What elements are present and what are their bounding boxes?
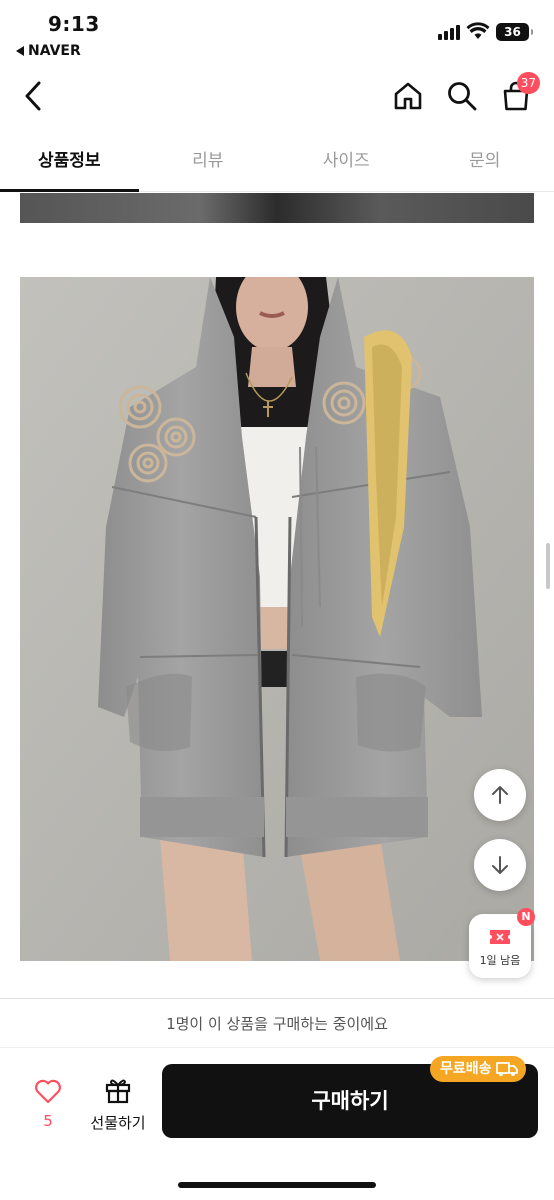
like-count: 5 [43,1112,53,1130]
home-button[interactable] [388,76,428,116]
delivery-truck-icon [495,1062,518,1076]
search-button[interactable] [442,76,482,116]
gift-label: 선물하기 [90,1114,146,1132]
top-nav-bar: 37 [0,64,554,130]
back-triangle-icon [16,46,24,56]
product-photo-illustration [20,277,534,961]
scrollbar-thumb[interactable] [546,543,550,589]
tab-reviews[interactable]: 리뷰 [139,130,278,191]
buying-now-notice: 1명이 이 상품을 구매하는 중이에요 [0,998,554,1048]
coupon-button[interactable]: N 1일 남음 [469,908,535,978]
cellular-signal-icon [438,24,460,40]
bottom-action-bar: 5 선물하기 구매하기 무료배송 [0,1048,554,1200]
coupon-new-badge: N [517,908,535,926]
tab-size[interactable]: 사이즈 [277,130,416,191]
status-time: 9:13 [48,12,100,36]
back-to-app-link[interactable]: NAVER [16,43,81,59]
product-detail-content[interactable] [0,193,554,998]
scroll-down-button[interactable] [474,839,526,891]
cart-button[interactable]: 37 [496,72,540,116]
tab-product-info[interactable]: 상품정보 [0,130,139,192]
home-indicator[interactable] [178,1182,376,1188]
free-shipping-label: 무료배송 [440,1061,492,1077]
free-shipping-badge: 무료배송 [430,1056,526,1082]
tab-inquiry[interactable]: 문의 [416,130,554,191]
scroll-up-button[interactable] [474,769,526,821]
product-photo [20,277,534,961]
wifi-icon [466,22,490,39]
home-icon [394,82,422,110]
back-arrow-icon [25,81,41,111]
previous-product-image [20,193,534,223]
arrow-up-icon [492,786,508,804]
product-tabs: 상품정보 리뷰 사이즈 문의 [0,130,554,192]
arrow-down-icon [492,856,508,874]
battery-indicator: 36 [496,23,533,41]
cart-count-badge: 37 [516,72,540,94]
gift-icon [105,1079,131,1104]
back-app-label: NAVER [28,43,81,59]
coupon-ticket-icon [490,930,510,944]
heart-icon [35,1079,61,1104]
status-bar: 9:13 NAVER 36 [0,0,554,64]
coupon-label: 1일 남음 [479,954,521,967]
back-button[interactable] [14,76,54,116]
gift-button[interactable]: 선물하기 [86,1076,150,1133]
like-button[interactable]: 5 [28,1078,68,1130]
search-icon [448,82,477,111]
